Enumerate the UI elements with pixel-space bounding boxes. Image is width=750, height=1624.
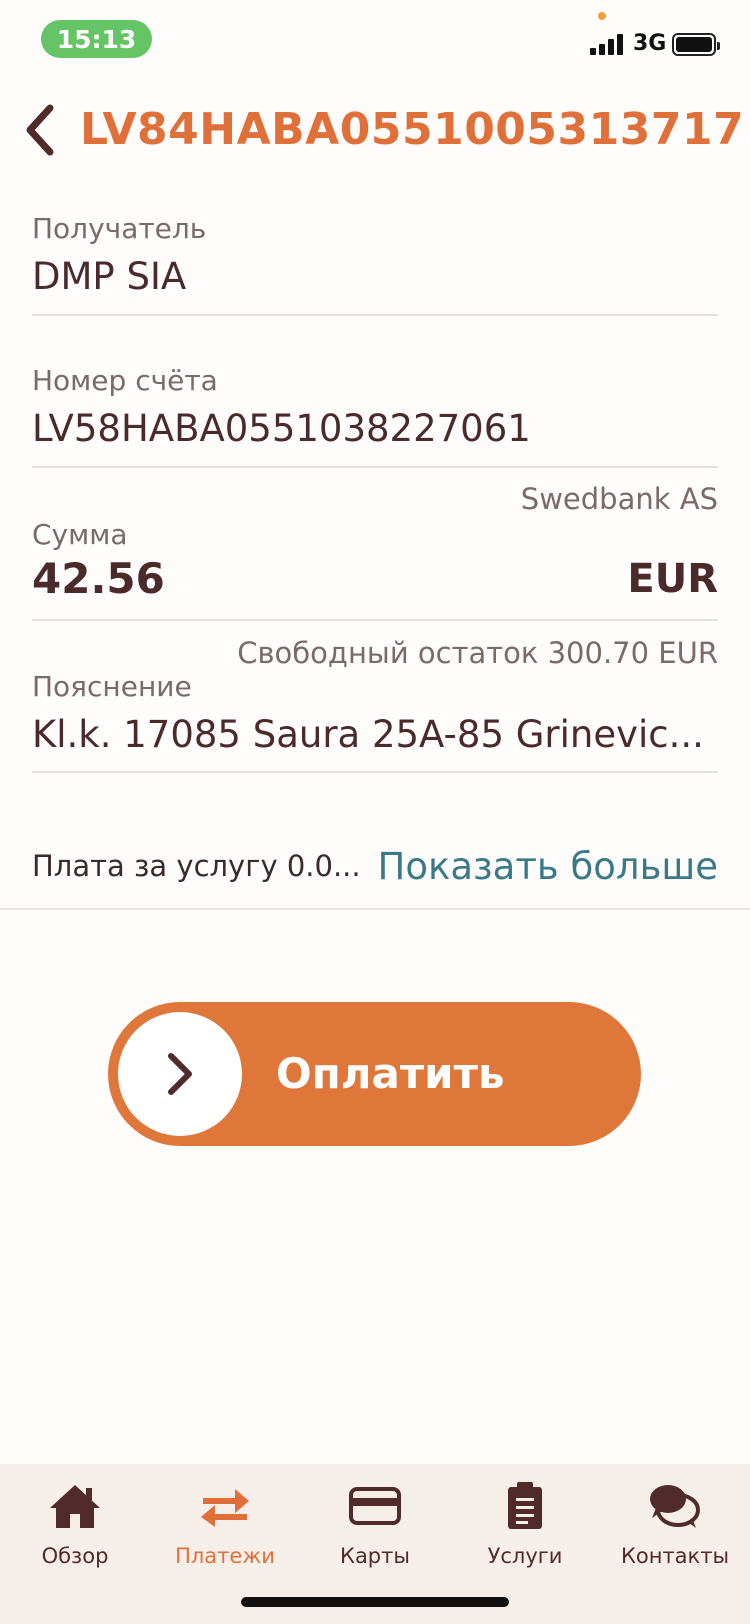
description-value: Kl.k. 17085 Saura 25A-85 Grinevic...	[32, 713, 704, 756]
pay-slider-knob[interactable]	[118, 1012, 242, 1136]
recipient-label: Получатель	[32, 212, 207, 245]
description-field[interactable]: Пояснение Kl.k. 17085 Saura 25A-85 Grine…	[32, 670, 718, 773]
status-time: 15:13	[41, 20, 152, 58]
account-number-field[interactable]: Номер счёта LV58HABA0551038227061	[32, 364, 718, 468]
pay-slider[interactable]: Оплатить	[108, 1002, 641, 1146]
signal-strength-icon	[590, 33, 626, 55]
back-button[interactable]	[14, 100, 64, 160]
battery-icon	[672, 33, 720, 56]
service-fee-text: Плата за услугу 0.0...	[32, 849, 361, 883]
clipboard-icon	[495, 1478, 555, 1534]
description-label: Пояснение	[32, 670, 192, 703]
account-number-value: LV58HABA0551038227061	[32, 407, 531, 450]
amount-label: Сумма	[32, 518, 128, 551]
recipient-field[interactable]: Получатель DMP SIA	[32, 212, 718, 316]
available-balance: Свободный остаток 300.70 EUR	[237, 636, 718, 670]
tab-label: Контакты	[620, 1544, 730, 1568]
currency-selector[interactable]: EUR	[627, 552, 718, 606]
home-icon	[45, 1478, 105, 1534]
page-title: LV84HABA0551005313717	[80, 104, 745, 155]
transfer-arrows-icon	[195, 1478, 255, 1534]
tab-label: Карты	[340, 1544, 410, 1568]
privacy-indicator-dot	[598, 12, 606, 20]
show-more-link[interactable]: Показать больше	[378, 845, 718, 888]
chevron-right-icon	[168, 1053, 192, 1095]
pay-button-label: Оплатить	[276, 1049, 505, 1098]
bank-name: Swedbank AS	[520, 482, 718, 516]
recipient-value: DMP SIA	[32, 255, 187, 298]
amount-field[interactable]: Сумма 42.56 EUR	[32, 518, 718, 621]
network-type: 3G	[633, 31, 667, 56]
tab-contacts[interactable]: Контакты	[600, 1464, 750, 1624]
tab-overview[interactable]: Обзор	[0, 1464, 150, 1624]
chat-bubbles-icon	[645, 1478, 705, 1534]
tab-label: Обзор	[41, 1544, 109, 1568]
service-fee-row: Плата за услугу 0.0... Показать больше	[32, 838, 718, 894]
card-icon	[345, 1478, 405, 1534]
tab-label: Услуги	[487, 1544, 563, 1568]
home-indicator[interactable]	[241, 1597, 509, 1607]
chevron-left-icon	[26, 104, 54, 156]
divider	[0, 908, 750, 910]
status-bar: 15:13 3G	[0, 0, 750, 80]
amount-value: 42.56	[32, 554, 165, 603]
tab-label: Платежи	[175, 1544, 275, 1568]
account-number-label: Номер счёта	[32, 364, 218, 397]
